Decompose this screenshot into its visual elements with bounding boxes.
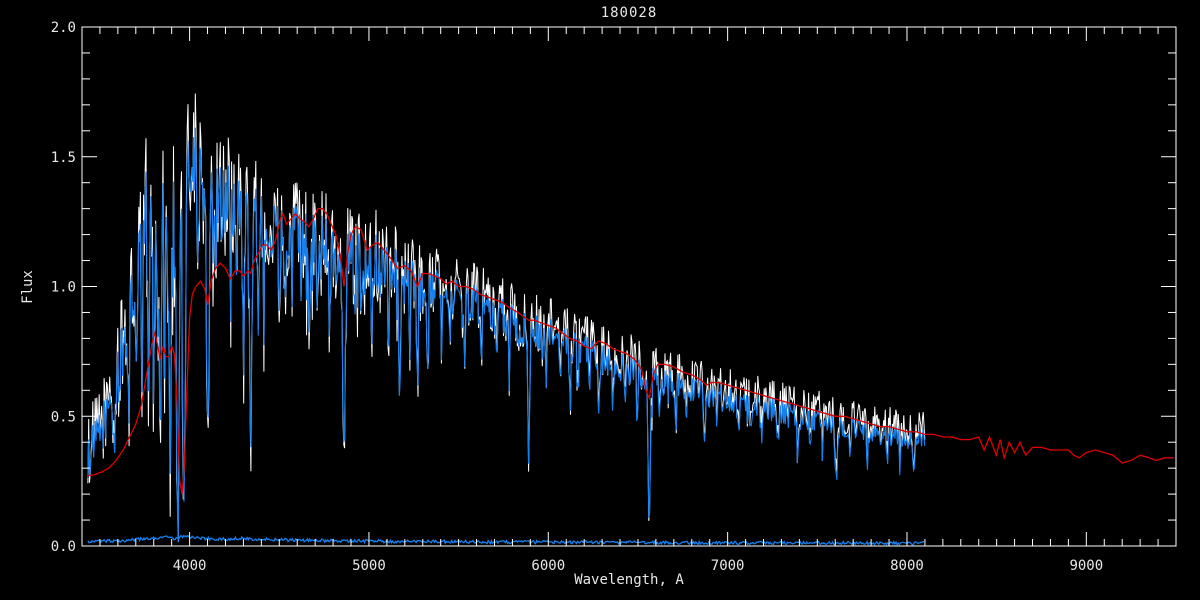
y-tick-label: 1.5	[51, 150, 76, 166]
axes-layer: 4000 5000 6000 7000 8000 9000 0.0 0.5 1.0 1.5 2.0	[51, 20, 1176, 574]
x-tick-label: 8000	[890, 558, 924, 574]
y-tick-label: 2.0	[51, 20, 76, 36]
x-tick-label: 9000	[1069, 558, 1103, 574]
x-axis-label: Wavelength, A	[574, 572, 684, 588]
x-tick-label: 6000	[531, 558, 565, 574]
spectra-series-layer	[88, 94, 1174, 545]
spectrum-viewer-window: 4000500060007000800090000.00.51.01.52.0 …	[0, 0, 1200, 600]
plot-frame	[82, 27, 1176, 546]
x-tick-label: 4000	[173, 558, 207, 574]
y-axis-label: Flux	[20, 270, 36, 304]
x-tick-label: 7000	[711, 558, 745, 574]
y-tick-label: 1.0	[51, 280, 76, 296]
spectrum-plot-canvas: 4000500060007000800090000.00.51.01.52.0 …	[0, 0, 1200, 600]
x-tick-label: 5000	[352, 558, 386, 574]
observed-spectrum-hires	[88, 94, 925, 543]
observed-spectrum-smoothed	[88, 128, 925, 542]
y-tick-label: 0.0	[51, 539, 76, 555]
plot-title: 180028	[601, 5, 658, 21]
error-spectrum	[88, 536, 924, 545]
y-tick-label: 0.5	[51, 409, 76, 425]
